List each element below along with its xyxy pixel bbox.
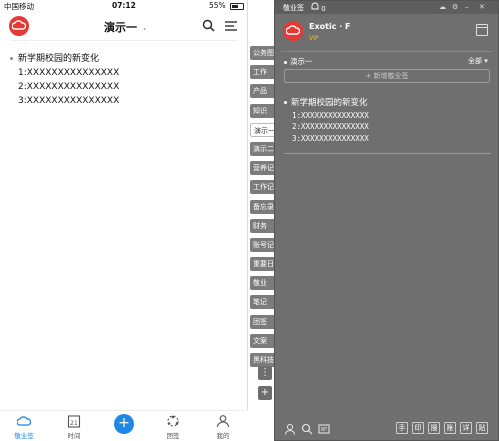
- tab-category[interactable]: 产品: [250, 84, 274, 99]
- page-title: 演示一: [104, 21, 137, 34]
- desktop-footer: 手 印 搜 账 详 贴: [275, 419, 498, 440]
- tab-active[interactable]: 演示一: [250, 122, 274, 137]
- calendar-icon[interactable]: [476, 24, 488, 36]
- note-title: 新学期校园的新变化: [291, 98, 368, 108]
- desktop-titlebar: 敬业签 0 ☁ ⚙ – ✕: [275, 1, 498, 14]
- handwrite-button[interactable]: 手: [396, 422, 408, 434]
- desktop-widget: 敬业签 0 ☁ ⚙ – ✕ Exotic · F VIP 演示一 全部 ▾ + …: [274, 0, 499, 441]
- filter-dropdown[interactable]: 全部 ▾: [468, 56, 488, 66]
- tab-category[interactable]: 重要日: [250, 257, 274, 272]
- tab-category[interactable]: 文案: [250, 333, 274, 348]
- cloud-icon: [17, 416, 31, 426]
- add-note-button[interactable]: +: [114, 414, 134, 434]
- vip-badge: VIP: [309, 35, 319, 42]
- account-button[interactable]: 账: [444, 422, 456, 434]
- note-line: 3:XXXXXXXXXXXXXXX: [292, 133, 369, 143]
- calendar-icon: 21: [67, 415, 81, 428]
- settings-icon[interactable]: ⚙: [452, 3, 458, 11]
- tab-category[interactable]: 知识: [250, 103, 274, 118]
- note-line: 3:XXXXXXXXXXXXXXX: [18, 96, 120, 106]
- sync-icon[interactable]: ☁: [439, 3, 446, 11]
- tab-category[interactable]: 黑科技: [250, 353, 274, 367]
- contacts-icon[interactable]: [284, 423, 296, 435]
- note-item[interactable]: 新学期校园的新变化 1:XXXXXXXXXXXXXXX 2:XXXXXXXXXX…: [10, 52, 119, 108]
- header-divider: [281, 51, 492, 52]
- tab-category[interactable]: 备忘录: [250, 199, 274, 214]
- category-tabs: 公务图 工作 产品 知识 演示一 演示二 营养记 工作记 备忘录 财务 账号记 …: [250, 46, 274, 372]
- tab-category[interactable]: 敬业: [250, 276, 274, 291]
- calendar-day: 21: [70, 420, 78, 427]
- tab-category[interactable]: 工作: [250, 65, 274, 80]
- battery-icon: [230, 2, 244, 10]
- tab-category[interactable]: 账号记: [250, 237, 274, 252]
- search-button[interactable]: 搜: [428, 422, 440, 434]
- tab-category[interactable]: 营养记: [250, 161, 274, 176]
- header-divider: [10, 40, 238, 41]
- bell-icon: [311, 2, 319, 10]
- bottom-nav: 敬业签 21 时间 + 团签 我的: [0, 410, 248, 441]
- title-caret: ˏ: [142, 21, 147, 31]
- new-note-button[interactable]: + 新增敬业签: [284, 69, 490, 83]
- tab-category[interactable]: 工作记: [250, 180, 274, 195]
- close-icon[interactable]: ✕: [479, 3, 485, 11]
- bullet-icon: [284, 60, 287, 64]
- add-tab-button[interactable]: +: [258, 386, 272, 400]
- nav-label: 时间: [67, 432, 81, 440]
- note-line: 2:XXXXXXXXXXXXXXX: [18, 82, 120, 92]
- note-title: 新学期校园的新变化: [18, 54, 100, 64]
- battery-indicator: 55%: [209, 1, 244, 10]
- app-logo-icon[interactable]: [9, 16, 29, 36]
- nav-item-notes[interactable]: 敬业签: [4, 414, 44, 440]
- battery-percent: 55%: [208, 1, 226, 10]
- app-logo-icon[interactable]: [283, 21, 303, 41]
- nav-item-team[interactable]: 团签: [153, 414, 193, 440]
- user-icon: [216, 415, 230, 428]
- bullet-icon: [284, 101, 287, 104]
- username[interactable]: Exotic · F: [309, 22, 351, 31]
- nav-label: 敬业签: [14, 432, 34, 440]
- tab-category[interactable]: 笔记: [250, 295, 274, 310]
- status-bar: 中国移动 07:12 55%: [0, 0, 248, 12]
- search-icon[interactable]: [202, 19, 215, 32]
- team-icon: [167, 415, 179, 427]
- mobile-app: 中国移动 07:12 55% 演示一 ˏ 新学期校园的新变化 1:XXXXXXX…: [0, 0, 274, 441]
- phone-header: 演示一 ˏ: [0, 13, 248, 39]
- note-line: 2:XXXXXXXXXXXXXXX: [292, 122, 369, 131]
- tab-category[interactable]: 演示二: [250, 141, 274, 156]
- carrier-label: 中国移动: [4, 2, 34, 11]
- more-tabs-button[interactable]: ⋮: [258, 366, 272, 380]
- note-line: 1:XXXXXXXXXXXXXXX: [18, 68, 120, 78]
- tab-category[interactable]: 财务: [250, 218, 274, 233]
- group-selector[interactable]: 演示一: [284, 56, 313, 67]
- note-item[interactable]: 新学期校园的新变化 1:XXXXXXXXXXXXXXX 2:XXXXXXXXXX…: [284, 98, 369, 144]
- group-name: 演示一: [290, 57, 313, 66]
- print-button[interactable]: 印: [412, 422, 424, 434]
- tab-category[interactable]: 团签: [250, 314, 274, 329]
- search-icon[interactable]: [301, 423, 313, 435]
- nav-label: 团签: [166, 432, 180, 440]
- note-line: 1:XXXXXXXXXXXXXXX: [292, 110, 369, 120]
- app-name: 敬业签: [283, 4, 304, 12]
- nav-item-mine[interactable]: 我的: [203, 414, 243, 440]
- menu-icon[interactable]: [225, 21, 237, 31]
- nav-label: 我的: [216, 432, 230, 440]
- tab-category[interactable]: 公务图: [250, 46, 274, 60]
- message-icon[interactable]: [318, 423, 330, 435]
- nav-item-time[interactable]: 21 时间: [54, 414, 94, 440]
- bullet-icon: [10, 57, 13, 60]
- pin-button[interactable]: 贴: [476, 422, 488, 434]
- notification-bell[interactable]: 0: [311, 2, 326, 13]
- detail-button[interactable]: 详: [460, 422, 472, 434]
- clock: 07:12: [112, 1, 136, 10]
- desktop-header: Exotic · F VIP: [275, 15, 498, 49]
- minimize-icon[interactable]: –: [465, 3, 469, 11]
- bell-count: 0: [321, 5, 326, 13]
- note-divider: [284, 153, 491, 154]
